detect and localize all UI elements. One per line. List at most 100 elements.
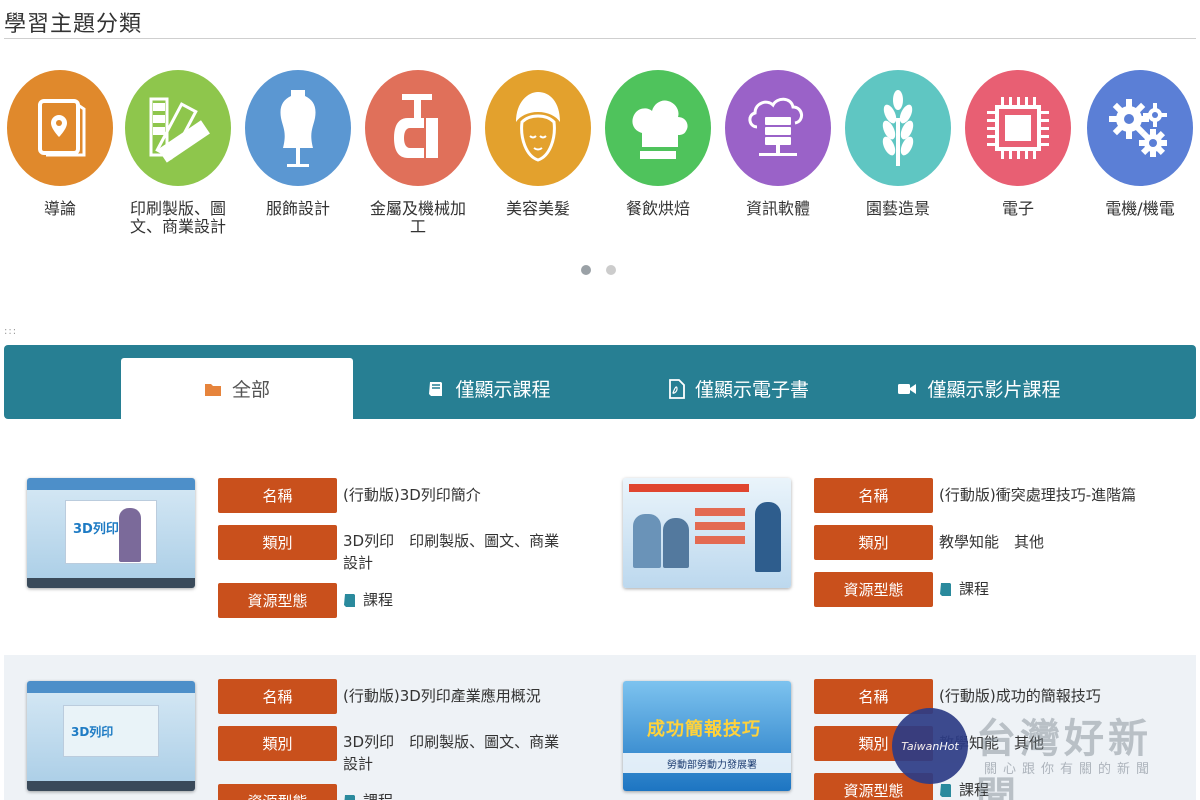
topic-circle[interactable]: [365, 70, 471, 186]
chef-hat-icon: [632, 100, 688, 159]
topic-label: 電子: [1001, 199, 1034, 218]
topic-circle[interactable]: [725, 70, 831, 186]
resource-type-text: 課程: [959, 781, 990, 799]
tab-all[interactable]: 全部: [121, 358, 353, 419]
resource-category: 3D列印 印刷製版、圖文、商業設計: [343, 733, 560, 773]
topic-label: 電機/機電: [1105, 199, 1175, 218]
resource-name-link[interactable]: (行動版)衝突處理技巧-進階篇: [939, 484, 1169, 506]
topic-carousel: 導論 印刷製版、圖文、商業設計 服飾設計 金屬及機械加工 美容美髮 餐飲烘焙 資…: [0, 70, 1200, 250]
c-clamp-icon: [394, 94, 438, 158]
resource-row: 3D列印 名稱 (行動版)3D列印簡介 類別 3D列印 印刷製版、圖文、商業設計…: [4, 450, 1196, 655]
topic-circle[interactable]: [125, 70, 231, 186]
topic-circle[interactable]: [605, 70, 711, 186]
color-swatch-icon: [149, 97, 210, 163]
resource-type[interactable]: 課程: [939, 779, 1169, 800]
resource-type-text: 課程: [959, 580, 990, 598]
topic-circle[interactable]: [7, 70, 113, 186]
folder-icon: [204, 383, 221, 396]
topic-label: 金屬及機械加工: [369, 199, 466, 236]
resource-thumbnail[interactable]: 3D列印: [27, 478, 195, 588]
book-icon: [940, 582, 951, 596]
resource-item: 成功簡報技巧 勞動部勞動力發展署 名稱 (行動版)成功的簡報技巧 類別 教學知能…: [600, 655, 1190, 800]
thumbnail-text: 3D列印: [71, 725, 114, 739]
resource-type-text: 課程: [363, 591, 394, 609]
topic-circle[interactable]: [845, 70, 951, 186]
section-title: 學習主題分類: [4, 12, 143, 37]
topic-label: 美容美髮: [505, 199, 570, 218]
tab-label: 僅顯示電子書: [694, 379, 809, 401]
topic-label: 資訊軟體: [745, 199, 810, 218]
name-label: 名稱: [218, 478, 337, 513]
type-label: 資源型態: [218, 583, 337, 618]
topic-circle[interactable]: [485, 70, 591, 186]
resource-thumbnail[interactable]: 成功簡報技巧 勞動部勞動力發展署: [623, 681, 791, 791]
pdf-file-icon: [669, 378, 685, 399]
section-marker: :::: [4, 326, 18, 337]
gears-icon: [1109, 99, 1167, 157]
resource-item: 3D列印 名稱 (行動版)3D列印簡介 類別 3D列印 印刷製版、圖文、商業設計…: [4, 450, 594, 618]
topic-circle[interactable]: [1087, 70, 1193, 186]
tab-courses[interactable]: 僅顯示課程: [384, 358, 594, 419]
category-label: 類別: [218, 726, 337, 761]
topic-metal[interactable]: 金屬及機械加工: [358, 70, 478, 236]
resource-type[interactable]: 課程: [939, 578, 1169, 600]
topic-fashion[interactable]: 服飾設計: [238, 70, 358, 218]
hair-towel-icon: [516, 92, 560, 162]
topic-electrical[interactable]: 電機/機電: [1080, 70, 1200, 218]
topic-label: 餐飲烘焙: [625, 199, 690, 218]
topic-intro[interactable]: 導論: [0, 70, 120, 218]
tab-ebooks[interactable]: 僅顯示電子書: [624, 358, 854, 419]
resource-category: 教學知能 其他: [939, 734, 1045, 752]
resource-item: 名稱 (行動版)衝突處理技巧-進階篇 類別 教學知能 其他 資源型態 課程: [600, 450, 1190, 607]
topic-beauty[interactable]: 美容美髮: [478, 70, 598, 218]
topic-circle[interactable]: [965, 70, 1071, 186]
topic-electronics[interactable]: 電子: [958, 70, 1078, 218]
name-label: 名稱: [218, 679, 337, 714]
resource-name-link[interactable]: (行動版)3D列印簡介: [343, 484, 573, 506]
dress-form-icon: [280, 90, 316, 167]
title-divider: [4, 38, 1196, 39]
resource-type[interactable]: 課程: [343, 589, 573, 611]
tab-label: 全部: [231, 379, 270, 401]
cloud-server-icon: [748, 97, 803, 156]
resource-thumbnail[interactable]: [623, 478, 791, 588]
category-label: 類別: [218, 525, 337, 560]
topic-catering[interactable]: 餐飲烘焙: [598, 70, 718, 218]
topic-it-software[interactable]: 資訊軟體: [718, 70, 838, 218]
video-camera-icon: [898, 383, 917, 394]
book-icon: [344, 593, 355, 607]
topic-circle[interactable]: [245, 70, 351, 186]
type-label: 資源型態: [218, 784, 337, 800]
resource-thumbnail[interactable]: 3D列印: [27, 681, 195, 791]
topic-horticulture[interactable]: 園藝造景: [838, 70, 958, 218]
thumbnail-org: 勞動部勞動力發展署: [667, 760, 757, 771]
topic-label: 印刷製版、圖文、商業設計: [129, 199, 226, 236]
type-label: 資源型態: [814, 572, 933, 607]
resource-category: 3D列印 印刷製版、圖文、商業設計: [343, 532, 560, 572]
carousel-pagination: [581, 265, 616, 275]
resource-name-link[interactable]: (行動版)成功的簡報技巧: [939, 685, 1169, 707]
topic-print-design[interactable]: 印刷製版、圖文、商業設計: [118, 70, 238, 236]
carousel-dot-2[interactable]: [606, 265, 616, 275]
book-icon: [344, 794, 355, 800]
topic-label: 園藝造景: [865, 199, 930, 218]
resource-type[interactable]: 課程: [343, 790, 573, 800]
resource-row: 3D列印 名稱 (行動版)3D列印產業應用概況 類別 3D列印 印刷製版、圖文、…: [4, 655, 1196, 800]
tab-videos[interactable]: 僅顯示影片課程: [874, 358, 1084, 419]
carousel-dot-1[interactable]: [581, 265, 591, 275]
type-label: 資源型態: [814, 773, 933, 800]
resource-item: 3D列印 名稱 (行動版)3D列印產業應用概況 類別 3D列印 印刷製版、圖文、…: [4, 655, 594, 800]
chip-icon: [987, 97, 1049, 159]
thumbnail-title: 成功簡報技巧: [647, 719, 761, 740]
resource-type-text: 課程: [363, 790, 393, 800]
topic-label: 服飾設計: [265, 199, 330, 218]
resource-category: 教學知能 其他: [939, 533, 1045, 551]
map-pin-icon: [38, 99, 86, 157]
thumbnail-text: 3D列印: [73, 522, 119, 537]
category-label: 類別: [814, 525, 933, 560]
wheat-icon: [882, 90, 914, 166]
filter-tab-bar: 全部 僅顯示課程 僅顯示電子書 僅顯示影片課程: [4, 345, 1196, 419]
resource-name-link[interactable]: (行動版)3D列印產業應用概況: [343, 685, 573, 707]
book-icon: [429, 381, 443, 396]
tab-label: 僅顯示影片課程: [927, 379, 1061, 401]
